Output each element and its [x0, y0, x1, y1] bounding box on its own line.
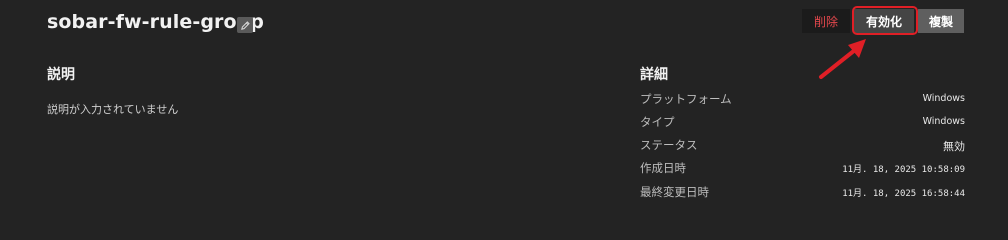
- pencil-icon: [240, 16, 251, 35]
- page: sobar-fw-rule-group 削除 有効化 複製 説明 説明が入力され…: [0, 0, 1008, 218]
- detail-value-platform: Windows: [922, 93, 965, 104]
- annotation-arrow-icon: [815, 36, 871, 86]
- detail-label-type: タイプ: [640, 115, 675, 129]
- description-text: 説明が入力されていません: [47, 103, 179, 116]
- details-heading: 詳細: [640, 67, 668, 83]
- detail-value-type: Windows: [922, 116, 965, 127]
- detail-value-modified: 11月. 18, 2025 16:58:44: [842, 189, 965, 199]
- delete-button[interactable]: 削除: [802, 9, 850, 33]
- description-heading: 説明: [47, 67, 75, 83]
- detail-label-status: ステータス: [640, 138, 698, 152]
- detail-value-status: 無効: [943, 140, 965, 153]
- annotation-highlight-box: [852, 6, 918, 35]
- edit-title-button[interactable]: [237, 17, 253, 33]
- detail-label-platform: プラットフォーム: [640, 92, 732, 106]
- detail-label-created: 作成日時: [640, 161, 686, 175]
- page-title: sobar-fw-rule-group: [47, 11, 264, 33]
- detail-value-created: 11月. 18, 2025 10:58:09: [842, 165, 965, 175]
- copy-button[interactable]: 複製: [918, 9, 964, 33]
- detail-label-modified: 最終変更日時: [640, 185, 709, 199]
